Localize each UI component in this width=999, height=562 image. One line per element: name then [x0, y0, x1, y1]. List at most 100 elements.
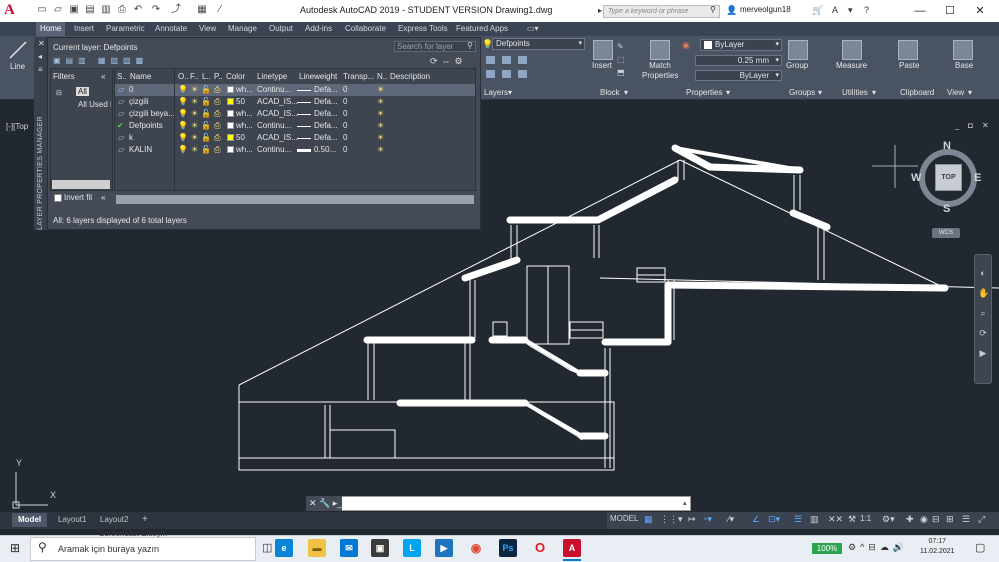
print-icon[interactable]: ⎙ [116, 4, 128, 16]
palette-autohide-icon[interactable]: ◂ [38, 52, 42, 61]
col-linetype[interactable]: Linetype [257, 72, 287, 81]
viewport-minimize-icon[interactable]: _ [955, 121, 959, 130]
cart-icon[interactable]: 🛒 [812, 5, 823, 16]
match-icon[interactable]: ⁄ [214, 4, 226, 16]
vp-freeze-icon[interactable]: ☀ [377, 145, 384, 154]
dropdown-icon[interactable]: ▾ [848, 5, 853, 16]
vp-freeze-icon[interactable]: ☀ [377, 121, 384, 130]
viewport-restore-icon[interactable]: ◘ [968, 121, 973, 130]
tab-add-ins[interactable]: Add-ins [305, 24, 332, 33]
polar-tracking-icon[interactable]: ◔▾ [702, 514, 712, 525]
web-mobile-icon[interactable]: ▥ [100, 4, 112, 16]
layer-row[interactable]: ▱ çizgili beya... 💡☀🔓⎙ wh... ACAD_IS... … [115, 108, 475, 120]
hardware-accel-icon[interactable]: ⊟ [932, 514, 940, 525]
windows-start-icon[interactable]: ⊞ [10, 541, 20, 555]
object-snap-icon[interactable]: ⊡▾ [768, 514, 780, 525]
match-properties-icon[interactable] [650, 40, 670, 60]
save-icon[interactable]: ▣ [68, 4, 80, 16]
measure-icon[interactable] [842, 40, 862, 60]
add-icon[interactable]: ✚ [906, 514, 914, 525]
viewport-controls[interactable]: [-][Top [6, 122, 28, 131]
measure-button[interactable]: Measure [836, 61, 867, 70]
layer-color-swatch[interactable] [227, 98, 234, 105]
close-button[interactable]: ✕ [965, 3, 995, 19]
vp-freeze-icon[interactable]: ☀ [377, 85, 384, 94]
layer-color-swatch[interactable] [227, 86, 234, 93]
layer-list-scrollbar[interactable] [116, 195, 474, 204]
command-history-icon[interactable]: ▴ [683, 499, 687, 507]
infer-constraints-icon[interactable]: ▾ [678, 514, 683, 525]
layer-row[interactable]: ▱ k 💡☀🔓⎙ 50 ACAD_IS... Defa... 0 ☀ [115, 132, 475, 144]
layer-state-icons[interactable]: 💡☀🔓⎙ [178, 133, 224, 143]
tab-collaborate[interactable]: Collaborate [345, 24, 386, 33]
col-lock[interactable]: L.. [202, 72, 211, 81]
chevron-right-icon[interactable]: ▸ [598, 6, 602, 15]
layer-lineweight[interactable]: Defa... [314, 121, 338, 130]
col-plot[interactable]: P.. [214, 72, 223, 81]
paste-icon[interactable] [898, 40, 918, 60]
object-snap-tracking-icon[interactable]: ∠ [752, 514, 760, 525]
col-color[interactable]: Color [226, 72, 245, 81]
task-view-icon[interactable]: ◫ [262, 541, 272, 554]
customize-icon[interactable]: ☰ [962, 514, 970, 525]
filters-scrollbar[interactable] [52, 180, 110, 189]
utilities-panel-label[interactable]: Utilities [842, 88, 868, 97]
tab-parametric[interactable]: Parametric [106, 24, 145, 33]
layer-lineweight[interactable]: Defa... [314, 97, 338, 106]
taskbar-search-input[interactable]: Aramak için buraya yazın [30, 537, 256, 561]
clean-screen-icon[interactable]: ⊞ [946, 514, 954, 525]
layer-linetype[interactable]: Continu... [257, 85, 291, 94]
viewcube-west[interactable]: W [911, 172, 921, 184]
notifications-icon[interactable]: ▢ [975, 541, 985, 554]
tab-insert[interactable]: Insert [74, 24, 94, 33]
col-freeze[interactable]: F.. [190, 72, 198, 81]
tab-layout1[interactable]: Layout1 [52, 513, 92, 527]
layer-color-swatch[interactable] [227, 122, 234, 129]
vp-freeze-icon[interactable]: ☀ [377, 109, 384, 118]
wcs-menu[interactable]: WCS [932, 228, 960, 238]
transparency-icon[interactable]: ▥ [810, 514, 819, 525]
user-icon[interactable]: 👤 [726, 5, 737, 16]
lineweight-toggle-icon[interactable]: ☰ [794, 514, 802, 525]
search-icon[interactable]: ⚲ [467, 41, 473, 50]
col-name[interactable]: Name [130, 72, 151, 81]
navigation-bar[interactable]: ◐ ✋ ⌕ ⟳ ▶ [974, 254, 992, 384]
autocad-taskbar-icon[interactable]: A [563, 539, 581, 557]
tab-view[interactable]: View [199, 24, 216, 33]
viewcube-north[interactable]: N [943, 140, 951, 152]
media-player-icon[interactable]: ▶ [435, 539, 453, 557]
workspace-gear-icon[interactable]: ⚙▾ [882, 514, 895, 525]
new-file-icon[interactable]: ▭ [36, 4, 48, 16]
view-panel-label[interactable]: View [947, 88, 964, 97]
match-properties-button[interactable]: Match Properties [642, 61, 678, 81]
layer-state-icons[interactable]: 💡☀🔓⎙ [178, 97, 224, 107]
tab-express-tools[interactable]: Express Tools [398, 24, 448, 33]
annotation-scale-icon[interactable]: ⚒ [848, 514, 856, 525]
tab-output[interactable]: Output [269, 24, 293, 33]
tab-model[interactable]: Model [12, 513, 48, 527]
photoshop-icon[interactable]: Ps [499, 539, 517, 557]
tab-featured-apps[interactable]: Featured Apps [456, 24, 508, 33]
layer-row[interactable]: ✔ Defpoints 💡☀🔓⎙ wh... Continu... Defa..… [115, 120, 475, 132]
layer-state-icons[interactable]: 💡☀🔓⎙ [178, 85, 224, 95]
search-icon[interactable]: ⚲ [710, 5, 716, 14]
layer-transparency[interactable]: 0 [343, 133, 347, 142]
layer-toolbar-icons[interactable]: ▣▤▥ ▦▧▨▩ [53, 56, 163, 66]
battery-indicator[interactable]: 100% [812, 543, 842, 554]
block-panel-label[interactable]: Block [600, 88, 620, 97]
col-transparency[interactable]: Transp... [343, 72, 374, 81]
layer-state-icons[interactable]: 💡☀🔓⎙ [178, 121, 224, 131]
layer-lineweight[interactable]: 0.50... [314, 145, 336, 154]
properties-panel-expand-icon[interactable]: ▾ [726, 88, 730, 97]
add-layout-button[interactable]: + [136, 513, 154, 527]
layer-linetype[interactable]: Continu... [257, 121, 291, 130]
save-as-icon[interactable]: ▤ [84, 4, 96, 16]
workspace-icon[interactable]: ▦ [196, 4, 208, 16]
model-space-button[interactable]: MODEL [610, 514, 638, 523]
dynamic-input-icon[interactable]: ↦ [688, 514, 696, 525]
layer-row[interactable]: ▱ KALIN 💡☀🔓⎙ wh... Continu... 0.50... 0 … [115, 144, 475, 156]
line-button[interactable]: Line [10, 62, 25, 71]
clipboard-panel-label[interactable]: Clipboard [900, 88, 934, 97]
col-description[interactable]: Description [390, 72, 430, 81]
col-new-vp-freeze[interactable]: N.. [377, 72, 387, 81]
